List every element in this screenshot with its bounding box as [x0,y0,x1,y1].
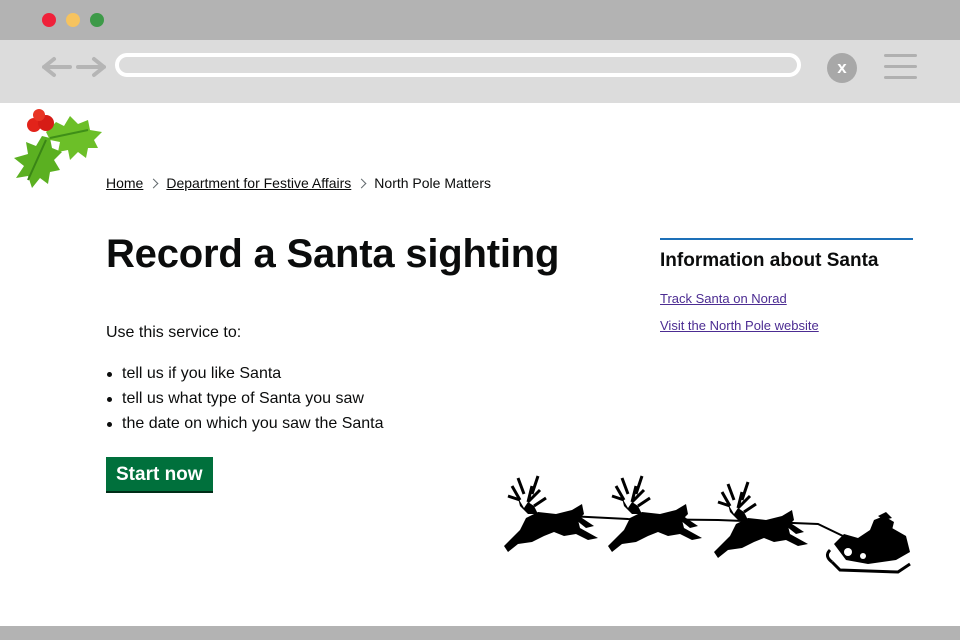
window-zoom-dot[interactable] [90,13,104,27]
track-santa-link[interactable]: Track Santa on Norad [660,291,913,306]
related-heading: Information about Santa [660,250,879,271]
browser-toolbar: x [0,40,960,103]
breadcrumb-home-link[interactable]: Home [106,175,143,191]
list-item: the date on which you saw the Santa [107,411,384,436]
intro-text: Use this service to: [106,324,242,341]
chevron-right-icon [148,178,159,189]
breadcrumb-department-link[interactable]: Department for Festive Affairs [166,175,351,191]
north-pole-website-link[interactable]: Visit the North Pole website [660,318,913,333]
close-icon[interactable]: x [827,53,857,83]
list-item: tell us if you like Santa [107,361,384,386]
browser-bottom-bar [0,626,960,640]
breadcrumb-current: North Pole Matters [374,175,492,191]
service-bullet-list: tell us if you like Santa tell us what t… [106,361,384,436]
list-item: tell us what type of Santa you saw [107,386,384,411]
reindeer-1-icon [504,475,598,552]
chevron-right-icon [356,178,367,189]
menu-icon[interactable] [884,54,917,80]
holly-icon [14,109,102,188]
santa-sleigh-icon [825,512,911,574]
window-close-dot[interactable] [42,13,56,27]
related-links-panel: Information about Santa Track Santa on N… [660,238,913,333]
window-minimize-dot[interactable] [66,13,80,27]
forward-arrow-icon[interactable] [76,56,106,78]
start-now-button[interactable]: Start now [106,457,213,491]
page-title: Record a Santa sighting [106,232,560,276]
back-arrow-icon[interactable] [42,56,72,78]
browser-titlebar [0,0,960,40]
breadcrumb: Home Department for Festive Affairs North … [106,175,491,191]
santa-sleigh-reindeer-illustration [504,475,911,574]
address-bar[interactable] [115,53,801,77]
reindeer-2-icon [608,475,702,552]
